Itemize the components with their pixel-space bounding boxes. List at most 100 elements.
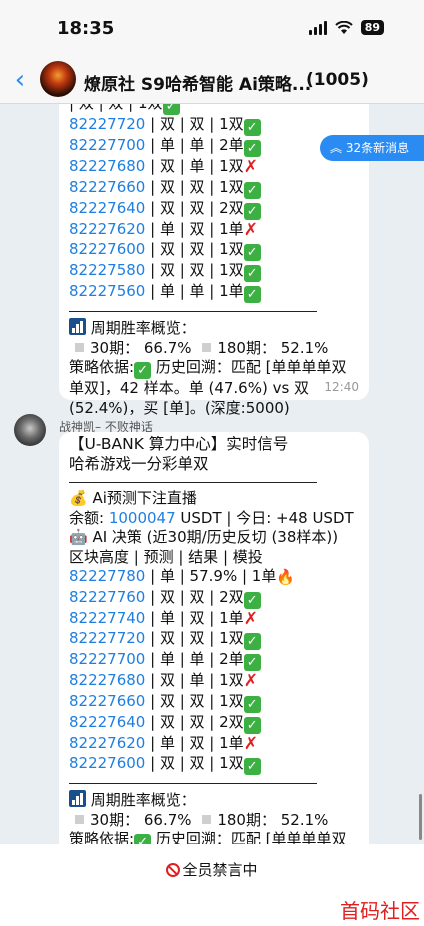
status-icons: 89 [308,20,384,35]
result-row: 82227740 | 单 | 双 | 1单✗ [69,609,359,630]
block-link[interactable]: 82227760 [69,588,145,606]
balance-value[interactable]: 1000047 [109,509,176,527]
check-icon: ✓ [243,202,261,220]
result-row: 82227600 | 双 | 双 | 1双 ✓ [69,754,359,775]
row-text: | 双 | 双 | 2双 [145,712,244,731]
block-link[interactable]: 82227660 [69,178,145,196]
row-text: | 双 | 单 | 1双 [145,671,244,689]
strategy-text: 历史回溯：匹配 [单单单单双 [151,358,347,376]
balance-line: 余额: 1000047 USDT | 今日: +48 USDT [69,509,359,529]
check-icon: ✓ [243,654,261,671]
cross-icon: ✗ [243,671,258,691]
check-icon: ✓ [243,716,261,734]
footer-bar: 全员禁言中 首码社区 [0,844,424,926]
overview-line: 周期胜率概览： [69,790,359,811]
cross-icon: ✗ [243,219,258,240]
overview-line: 周期胜率概览： [69,318,359,339]
check-icon: ✓ [243,140,261,157]
muted-notice: 全员禁言中 [0,859,424,880]
check-icon: ✓ [243,758,261,775]
signal-icon [308,20,327,35]
status-time: 18:35 [57,18,115,39]
chat-title[interactable]: 燎原社 S9哈希智能 Ai策略... [84,70,311,95]
row-text: | 双 | 双 | 2双 [145,587,244,606]
check-icon: ✓ [243,591,261,609]
muted-text: 全员禁言中 [182,861,258,879]
chat-area[interactable]: | 双 | 双 | 1双✓82227720 | 双 | 双 | 1双✓82227… [0,104,424,844]
strategy-line: 策略依据: ✓ 历史回溯：匹配 [单单单单双 [69,830,359,844]
money-bag-icon: 💰 [69,489,88,507]
period-30-label: 30期： [90,810,140,829]
period-180-label: 180期： [217,338,276,357]
signal-subtitle: 哈希游戏一分彩单双 [69,454,209,473]
chart-icon [69,318,86,335]
result-row: 82227600 | 双 | 双 | 1双 ✓ [69,240,359,261]
block-link[interactable]: 82227700 [69,136,145,154]
row-text: | 双 | 双 | 1双 [145,177,244,196]
sender-avatar[interactable] [14,414,46,446]
block-link[interactable]: 82227680 [69,157,145,175]
group-avatar[interactable] [40,61,76,97]
robot-icon: 🤖 [69,528,88,546]
period-180-value: 52.1% [280,810,329,829]
square-icon [202,342,212,352]
block-link[interactable]: 82227580 [69,261,145,279]
message-time: 12:40 [324,380,359,394]
period-30-value: 66.7% [143,338,192,357]
check-icon: ✓ [134,362,152,379]
overview-title: 周期胜率概览： [90,319,196,337]
battery-icon: 89 [360,20,384,35]
result-row: 82227620 | 单 | 双 | 1单✗ [69,734,359,755]
period-line: 30期： 66.7% 180期： 52.1% [69,811,359,831]
block-link[interactable]: 82227720 [69,629,145,647]
check-icon: ✓ [243,265,261,282]
row-text: | 双 | 双 | 1双 [69,104,163,112]
strategy-line: (52.4%)，买 [单]。(深度:5000) [69,398,290,417]
period-30-label: 30期： [90,338,140,357]
result-row: 82227640 | 双 | 双 | 2双 ✓ [69,199,359,220]
row-text: | 单 | 双 | 1单 [145,733,244,752]
result-list: 82227760 | 双 | 双 | 2双 ✓ 82227740 | 单 | 双 |… [69,587,359,775]
block-link[interactable]: 82227780 [69,567,145,585]
block-link[interactable]: 82227560 [69,282,145,300]
divider [69,482,317,483]
status-bar: 18:35 89 [0,0,424,58]
overview-title: 周期胜率概览： [90,791,196,809]
block-link[interactable]: 82227720 [69,115,145,133]
row-text: | 单 | 双 | 1单 [145,608,244,627]
divider [69,311,317,312]
columns-header: 区块高度 | 预测 | 结果 | 模投 [69,547,263,566]
row-text: | 双 | 双 | 1双 [145,240,244,258]
ban-icon [166,863,181,877]
strategy-text: 历史回溯：匹配 [单单单单双 [151,830,347,844]
result-row: 82227720 | 双 | 双 | 1双 ✓ [69,629,359,650]
block-link[interactable]: 82227700 [69,650,145,668]
block-link[interactable]: 82227600 [69,754,145,772]
wifi-icon [334,20,353,34]
back-button[interactable]: ‹ [6,66,34,96]
new-messages-button[interactable]: ︽ 32条新消息 [320,135,424,161]
block-link[interactable]: 82227620 [69,220,145,238]
row-text: | 单 | 单 | 2单 [145,650,244,668]
block-link[interactable]: 82227640 [69,199,145,217]
block-link[interactable]: 82227640 [69,713,145,731]
signal-title: 【U-BANK 算力中心】实时信号 [69,435,289,453]
row-text: | 单 | 单 | 2单 [145,136,244,154]
period-180-label: 180期： [217,810,276,829]
row-text: | 双 | 双 | 2双 [145,198,244,217]
scrollbar[interactable] [419,794,422,840]
row-text: | 单 | 双 | 1单 [145,219,244,238]
check-icon: ✓ [243,695,261,713]
strategy-line: 策略依据: ✓ 历史回溯：匹配 [单单单单双 [69,358,359,379]
check-icon: ✓ [243,633,261,650]
block-link[interactable]: 82227740 [69,609,145,627]
block-link[interactable]: 82227680 [69,671,145,689]
square-icon [75,342,84,352]
block-link[interactable]: 82227620 [69,734,145,752]
live-title: Ai预测下注直播 [92,489,197,507]
strategy-label: 策略依据: [69,358,135,376]
block-link[interactable]: 82227660 [69,692,145,710]
message-bubble[interactable]: 【U-BANK 算力中心】实时信号 哈希游戏一分彩单双 💰 Ai预测下注直播 余… [59,432,369,844]
row-text: | 单 | 单 | 1单 [145,282,244,300]
block-link[interactable]: 82227600 [69,240,145,258]
